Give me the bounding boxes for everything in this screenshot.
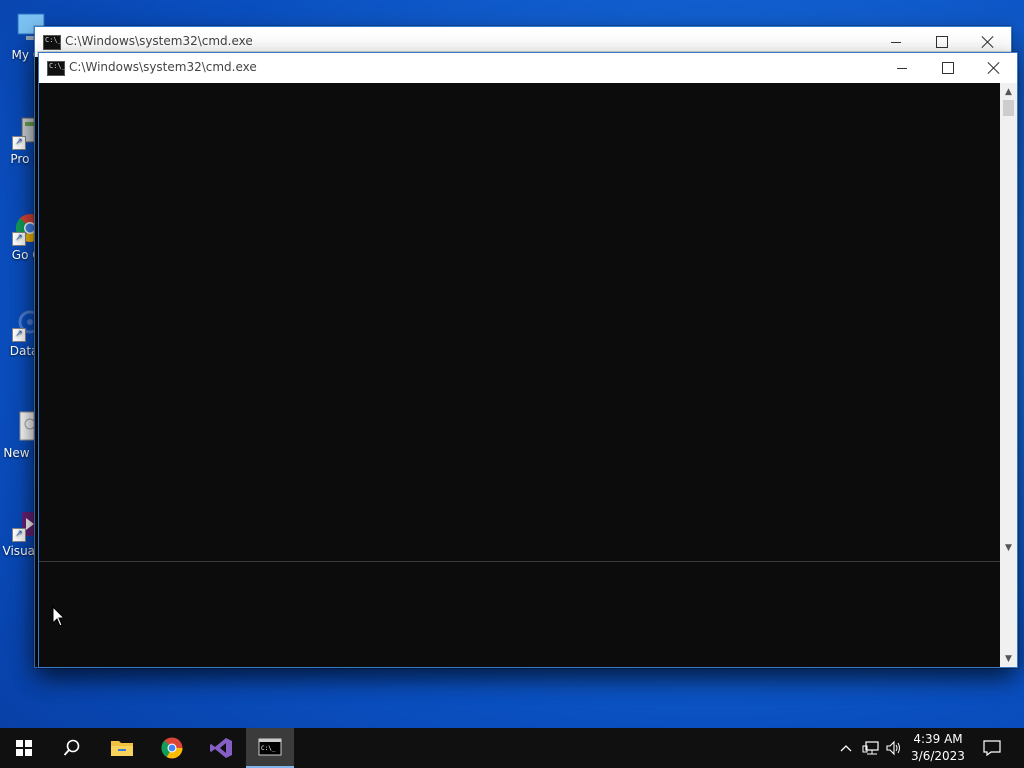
taskbar: C:\_ 4:39 AM 3/6/2023 bbox=[0, 728, 1024, 768]
show-hidden-icons-button[interactable] bbox=[836, 728, 856, 768]
speaker-icon bbox=[886, 740, 900, 756]
minimize-icon bbox=[897, 67, 907, 69]
scroll-thumb[interactable] bbox=[1003, 100, 1014, 116]
clock-time: 4:39 AM bbox=[913, 732, 963, 746]
shortcut-arrow-icon: ↗ bbox=[12, 136, 26, 150]
cmd-icon: C:\_ bbox=[258, 738, 282, 756]
cmd-window-front[interactable]: C:\Windows\system32\cmd.exe ▲ ▼ ▼ bbox=[38, 52, 1018, 668]
maximize-button[interactable] bbox=[925, 53, 971, 83]
scroll-up-button[interactable]: ▲ bbox=[1000, 83, 1017, 100]
action-center-button[interactable] bbox=[978, 728, 1006, 768]
title-bar[interactable]: C:\Windows\system32\cmd.exe bbox=[39, 53, 1017, 83]
taskbar-clock[interactable]: 4:39 AM 3/6/2023 bbox=[906, 731, 970, 765]
file-explorer-button[interactable] bbox=[98, 728, 146, 768]
console-output[interactable] bbox=[39, 83, 1000, 667]
shortcut-arrow-icon: ↗ bbox=[12, 528, 26, 542]
shortcut-arrow-icon: ↗ bbox=[12, 328, 26, 342]
console-pane-divider bbox=[39, 561, 1000, 562]
search-icon bbox=[63, 739, 80, 756]
volume-button[interactable] bbox=[884, 728, 904, 768]
folder-icon bbox=[111, 741, 133, 756]
window-title: C:\Windows\system32\cmd.exe bbox=[65, 34, 253, 48]
start-button[interactable] bbox=[0, 728, 48, 768]
close-icon bbox=[981, 35, 995, 49]
close-button[interactable] bbox=[971, 53, 1017, 83]
network-icon bbox=[862, 741, 879, 755]
chrome-taskbar-button[interactable] bbox=[148, 728, 196, 768]
windows-logo-icon bbox=[16, 740, 32, 756]
window-title: C:\Windows\system32\cmd.exe bbox=[69, 60, 257, 74]
scroll-down-button[interactable]: ▼ bbox=[1000, 650, 1017, 667]
visual-studio-icon bbox=[210, 738, 232, 758]
maximize-icon bbox=[936, 36, 948, 48]
shortcut-arrow-icon: ↗ bbox=[12, 232, 26, 246]
notification-icon bbox=[983, 740, 1001, 756]
minimize-icon bbox=[891, 41, 901, 43]
maximize-icon bbox=[942, 62, 954, 74]
desktop: My Co ↗ Pro Ha ↗ Go Ch ↗ DataW New Doc ↗ bbox=[0, 0, 1024, 728]
cmd-taskbar-button[interactable]: C:\_ bbox=[246, 728, 294, 768]
cmd-icon bbox=[47, 61, 66, 76]
minimize-button[interactable] bbox=[879, 53, 925, 83]
vertical-scrollbar[interactable]: ▲ ▼ ▼ bbox=[1000, 83, 1017, 667]
visual-studio-taskbar-button[interactable] bbox=[197, 728, 245, 768]
network-button[interactable] bbox=[860, 728, 882, 768]
chrome-icon bbox=[161, 737, 183, 759]
cmd-icon bbox=[43, 35, 62, 50]
search-button[interactable] bbox=[48, 728, 96, 768]
close-icon bbox=[987, 61, 1001, 75]
chevron-up-icon bbox=[840, 745, 852, 752]
svg-text:C:\_: C:\_ bbox=[261, 745, 276, 752]
scroll-down-button-upper[interactable]: ▼ bbox=[1000, 539, 1017, 556]
clock-date: 3/6/2023 bbox=[911, 749, 965, 763]
